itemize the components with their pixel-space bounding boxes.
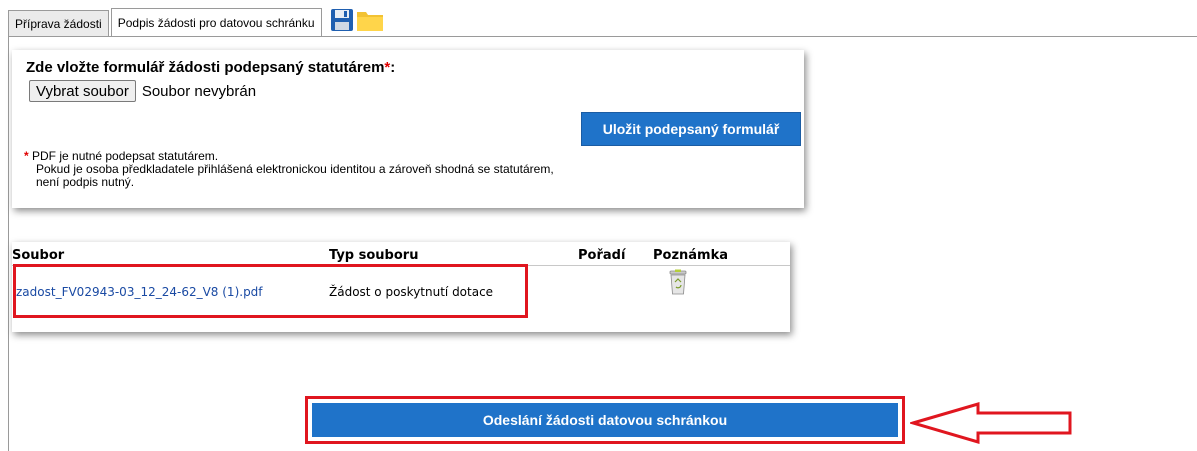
tab-icon-group [330,8,384,37]
upload-title: Zde vložte formulář žádosti podepsaný st… [26,59,395,76]
upload-title-colon: : [390,59,396,76]
tab-podpis-zadosti[interactable]: Podpis žádosti pro datovou schránku [110,8,322,37]
send-via-data-box-button[interactable]: Odeslání žádosti datovou schránkou [312,403,898,437]
folder-icon[interactable] [356,8,384,37]
arrow-left-icon [907,401,1074,450]
note-line-1: PDF je nutné podepsat statutárem. [32,149,219,163]
header-order: Pořadí [578,248,626,263]
save-icon[interactable] [330,8,354,37]
note-star: * [24,149,29,163]
header-type: Typ souboru [329,248,419,263]
tab-priprava-zadosti[interactable]: Příprava žádosti [8,10,109,37]
header-note: Poznámka [653,248,729,263]
tab-content-border [8,36,1197,37]
signature-note: * PDF je nutné podepsat statutárem. Poku… [24,150,554,189]
send-button-highlight: Odeslání žádosti datovou schránkou [305,396,905,444]
recycle-bin-icon[interactable] [667,269,689,300]
page-root: Příprava žádosti Podpis žádosti pro dato… [0,0,1197,451]
save-signed-form-button[interactable]: Uložit podepsaný formulář [581,112,801,146]
upload-title-text: Zde vložte formulář žádosti podepsaný st… [26,59,385,76]
file-highlight-box [13,264,528,318]
choose-file-button[interactable]: Vybrat soubor [29,80,136,102]
tab-bar: Příprava žádosti Podpis žádosti pro dato… [8,8,384,37]
no-file-text: Soubor nevybrán [141,82,257,100]
header-file: Soubor [12,248,65,263]
tab-content-left-border [8,36,9,451]
note-line-3: není podpis nutný. [36,175,135,189]
file-input: Vybrat soubor Soubor nevybrán [29,80,256,102]
upload-panel: Zde vložte formulář žádosti podepsaný st… [12,50,804,208]
